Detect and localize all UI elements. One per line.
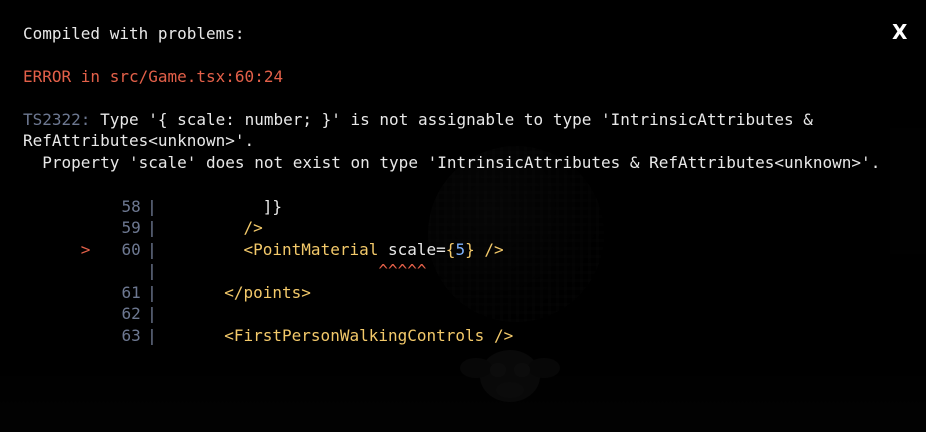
error-message-line-1: TS2322: Type '{ scale: number; }' is not… xyxy=(23,109,813,131)
code-text: <FirstPersonWalkingControls /> xyxy=(156,325,514,345)
code-row: 58 | ]} xyxy=(23,174,513,216)
gutter-bar: | xyxy=(147,325,157,345)
code-frame: 58 | ]} 59 | /> >60 | <PointMaterial scale=… xyxy=(23,174,514,345)
code-row: 61 | </points> xyxy=(23,260,513,302)
error-message-text: Type '{ scale: number; }' is not assigna… xyxy=(90,110,813,129)
code-row: 59 | /> xyxy=(23,196,513,237)
error-message-line-2: RefAttributes<unknown>'. xyxy=(23,131,255,150)
code-row: 62 | xyxy=(23,282,513,323)
code-row: 63 | <FirstPersonWalkingControls /> xyxy=(23,303,514,345)
error-overlay: X Compiled with problems: ERROR in src/G… xyxy=(0,0,926,432)
overlay-title: Compiled with problems: xyxy=(23,24,245,43)
error-code: TS2322: xyxy=(23,110,91,129)
error-location: ERROR in src/Game.tsx:60:24 xyxy=(23,67,284,86)
error-message-line-3: Property 'scale' does not exist on type … xyxy=(23,153,881,172)
code-row-error: >60 | <PointMaterial scale={5} /> xyxy=(23,217,513,259)
code-row-carets: | ^^^^^ xyxy=(23,239,513,280)
line-number: 63 xyxy=(121,325,141,345)
close-button[interactable]: X xyxy=(892,21,907,44)
